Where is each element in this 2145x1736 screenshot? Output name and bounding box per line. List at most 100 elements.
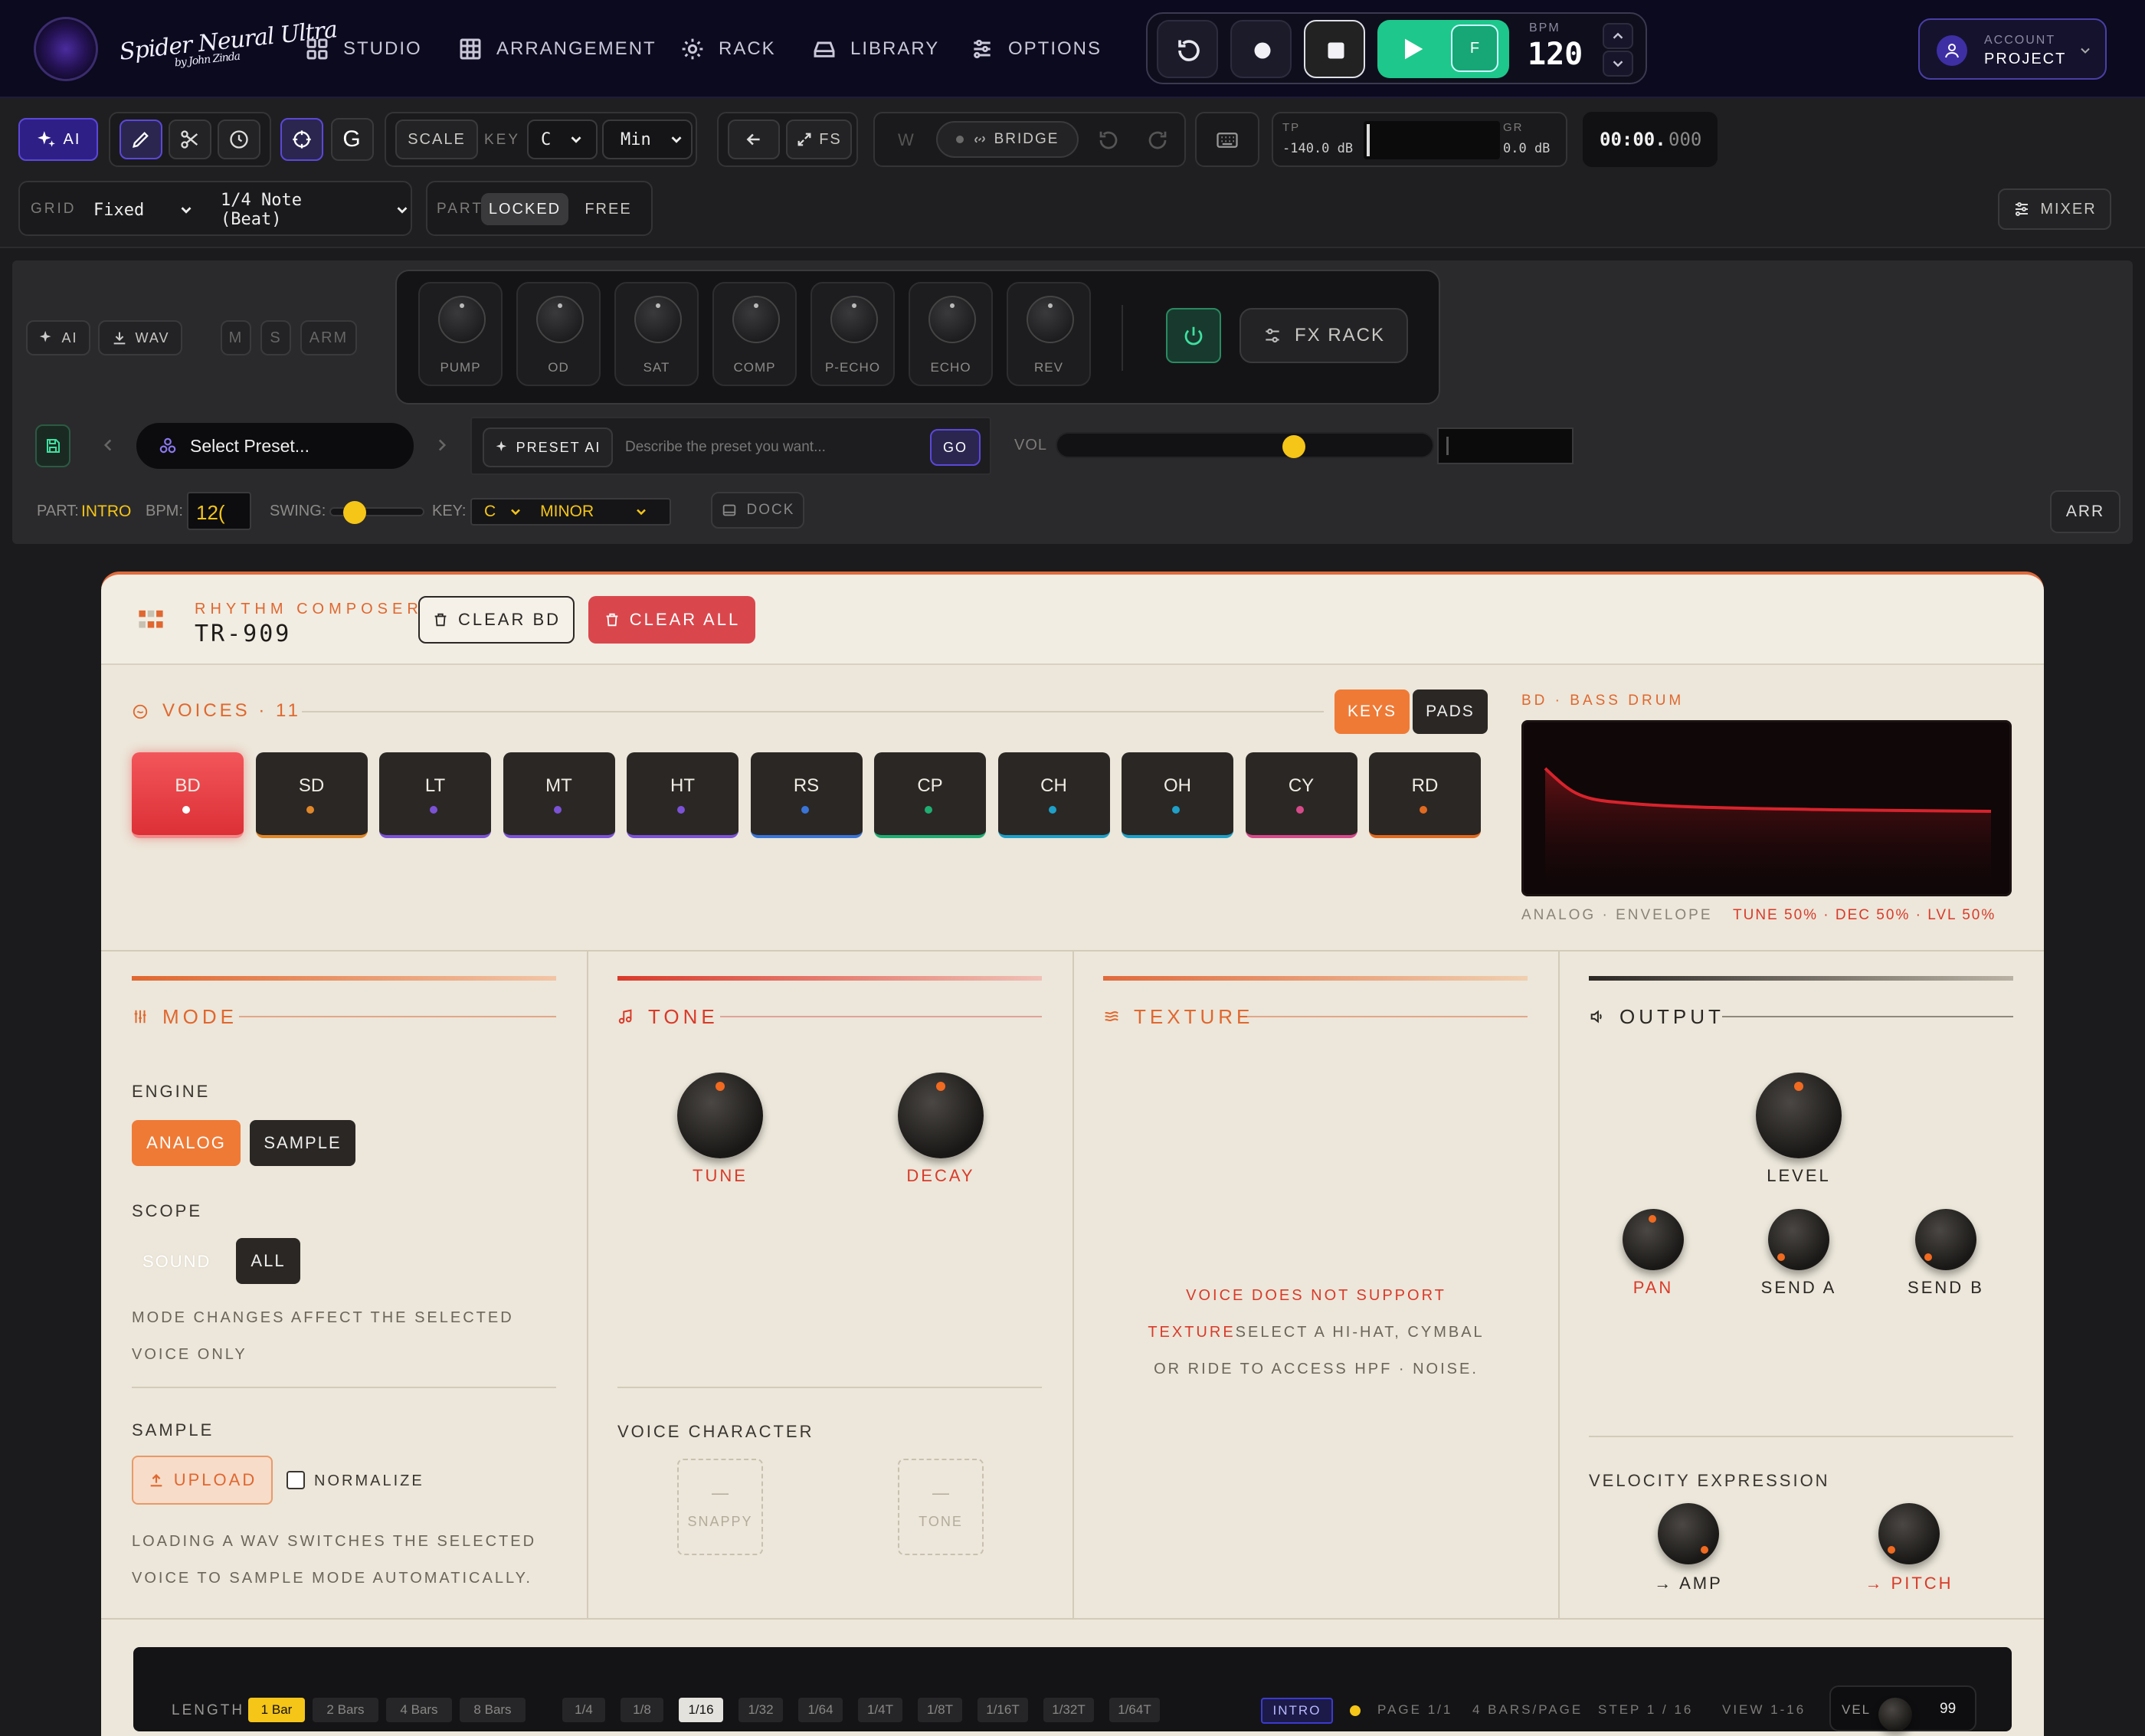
division-option[interactable]: 1/4T bbox=[858, 1698, 902, 1722]
velocity-pitch-knob[interactable] bbox=[1878, 1503, 1940, 1564]
upload-button[interactable]: UPLOAD bbox=[132, 1456, 273, 1505]
save-preset-button[interactable] bbox=[35, 424, 70, 467]
fullscreen-button[interactable]: FS bbox=[786, 120, 852, 159]
stop-button[interactable] bbox=[1304, 20, 1365, 78]
swing-thumb[interactable] bbox=[343, 501, 367, 524]
knob[interactable] bbox=[732, 296, 780, 343]
arm-button[interactable]: ARM bbox=[300, 320, 357, 355]
app-logo[interactable] bbox=[34, 17, 98, 81]
nav-library[interactable]: LIBRARY bbox=[812, 29, 939, 69]
voice-pad-cp[interactable]: CP bbox=[874, 752, 986, 838]
part-key-select[interactable]: C MINOR bbox=[470, 498, 671, 526]
voice-pad-cy[interactable]: CY bbox=[1245, 752, 1357, 838]
division-option[interactable]: 1/32T bbox=[1043, 1698, 1094, 1722]
preset-ai-button[interactable]: PRESET AI bbox=[483, 427, 613, 467]
bpm-input[interactable]: 12( bbox=[187, 492, 251, 530]
dock-button[interactable]: DOCK bbox=[711, 492, 804, 529]
solo-button[interactable]: S bbox=[260, 320, 291, 355]
bpm-down-button[interactable] bbox=[1603, 51, 1633, 77]
division-option[interactable]: 1/4 bbox=[562, 1698, 605, 1722]
account-menu[interactable]: ACCOUNT PROJECT bbox=[1918, 18, 2107, 80]
nav-options[interactable]: OPTIONS bbox=[970, 29, 1102, 69]
voice-pad-bd[interactable]: BD bbox=[132, 752, 244, 838]
pads-toggle[interactable]: PADS bbox=[1413, 689, 1488, 734]
decay-knob[interactable] bbox=[898, 1073, 984, 1158]
tune-knob[interactable] bbox=[677, 1073, 763, 1158]
knob[interactable] bbox=[438, 296, 486, 343]
division-option[interactable]: 1/8 bbox=[621, 1698, 663, 1722]
track-ai-button[interactable]: AI bbox=[26, 320, 90, 355]
note-value-select[interactable]: 1/4 Note (Beat) bbox=[221, 191, 411, 229]
grid-mode-select[interactable]: Fixed bbox=[93, 193, 195, 227]
fx-rack-button[interactable]: FX RACK bbox=[1240, 308, 1408, 363]
fx-knob-sat[interactable]: SAT bbox=[614, 282, 699, 386]
normalize-checkbox[interactable] bbox=[287, 1471, 305, 1489]
fx-knob-echo[interactable]: ECHO bbox=[909, 282, 993, 386]
knob[interactable] bbox=[634, 296, 682, 343]
division-option[interactable]: 1/8T bbox=[918, 1698, 962, 1722]
fx-knob-rev[interactable]: REV bbox=[1007, 282, 1091, 386]
scissors-tool-button[interactable] bbox=[169, 120, 211, 159]
send-b-knob[interactable] bbox=[1915, 1209, 1976, 1270]
voice-pad-mt[interactable]: MT bbox=[503, 752, 615, 838]
sample-toggle[interactable]: SAMPLE bbox=[250, 1120, 355, 1166]
analog-toggle[interactable]: ANALOG bbox=[132, 1120, 241, 1166]
clock-tool-button[interactable] bbox=[218, 120, 260, 159]
chevron-left-icon[interactable] bbox=[98, 435, 118, 455]
sound-toggle[interactable]: SOUND bbox=[142, 1252, 211, 1272]
preset-prompt-input[interactable]: Describe the preset you want... bbox=[619, 427, 928, 467]
fx-knob-comp[interactable]: COMP bbox=[712, 282, 797, 386]
send-a-knob[interactable] bbox=[1768, 1209, 1829, 1270]
wav-export-button[interactable]: WAV bbox=[98, 320, 182, 355]
redo-icon[interactable] bbox=[1146, 129, 1169, 152]
bridge-button[interactable]: BRIDGE bbox=[936, 121, 1079, 158]
division-option[interactable]: 1/32 bbox=[738, 1698, 783, 1722]
part-value[interactable]: INTRO bbox=[81, 503, 131, 521]
voice-pad-sd[interactable]: SD bbox=[255, 752, 368, 838]
fx-knob-od[interactable]: OD bbox=[516, 282, 601, 386]
volume-thumb[interactable] bbox=[1282, 435, 1306, 458]
voice-pad-ch[interactable]: CH bbox=[997, 752, 1110, 838]
all-toggle[interactable]: ALL bbox=[236, 1238, 300, 1284]
key-select[interactable]: C bbox=[527, 120, 598, 159]
loop-button[interactable] bbox=[1157, 20, 1218, 78]
knob[interactable] bbox=[1027, 296, 1074, 343]
clear-bd-button[interactable]: CLEAR BD bbox=[418, 596, 575, 644]
fx-knob-pump[interactable]: PUMP bbox=[418, 282, 503, 386]
swing-slider[interactable] bbox=[329, 501, 424, 524]
clear-all-button[interactable]: CLEAR ALL bbox=[588, 596, 755, 644]
preset-select[interactable]: Select Preset... bbox=[135, 421, 415, 470]
locked-toggle[interactable]: LOCKED bbox=[481, 193, 568, 225]
follow-button[interactable]: F bbox=[1451, 25, 1498, 72]
nav-rack[interactable]: RACK bbox=[680, 29, 776, 69]
mixer-button[interactable]: MIXER bbox=[1998, 188, 2111, 230]
undo-icon[interactable] bbox=[1097, 129, 1120, 152]
voice-pad-rd[interactable]: RD bbox=[1369, 752, 1481, 838]
voice-pad-lt[interactable]: LT bbox=[379, 752, 491, 838]
division-option[interactable]: 1/16 bbox=[679, 1698, 723, 1722]
voice-pad-ht[interactable]: HT bbox=[627, 752, 738, 838]
go-button[interactable]: GO bbox=[930, 429, 981, 466]
pencil-tool-button[interactable] bbox=[120, 120, 162, 159]
scale-button[interactable]: SCALE bbox=[395, 120, 478, 159]
play-button[interactable]: F bbox=[1377, 20, 1509, 78]
record-button[interactable] bbox=[1230, 20, 1292, 78]
free-toggle[interactable]: FREE bbox=[576, 193, 640, 225]
vel-knob[interactable] bbox=[1878, 1698, 1912, 1731]
fx-knob-p-echo[interactable]: P-ECHO bbox=[811, 282, 895, 386]
keys-toggle[interactable]: KEYS bbox=[1334, 689, 1410, 734]
length-option[interactable]: 4 Bars bbox=[386, 1698, 452, 1722]
length-option[interactable]: 8 Bars bbox=[460, 1698, 526, 1722]
bpm-up-button[interactable] bbox=[1603, 23, 1633, 49]
back-button[interactable] bbox=[728, 120, 780, 159]
keyboard-icon[interactable] bbox=[1215, 129, 1240, 152]
division-option[interactable]: 1/64T bbox=[1109, 1698, 1160, 1722]
length-option[interactable]: 2 Bars bbox=[313, 1698, 378, 1722]
mode-select[interactable]: Min bbox=[602, 120, 693, 159]
pan-knob[interactable] bbox=[1623, 1209, 1684, 1270]
target-tool-button[interactable] bbox=[280, 118, 323, 161]
knob[interactable] bbox=[536, 296, 584, 343]
part-badge[interactable]: INTRO bbox=[1261, 1698, 1333, 1724]
voice-pad-oh[interactable]: OH bbox=[1122, 752, 1233, 838]
mute-button[interactable]: M bbox=[221, 320, 251, 355]
